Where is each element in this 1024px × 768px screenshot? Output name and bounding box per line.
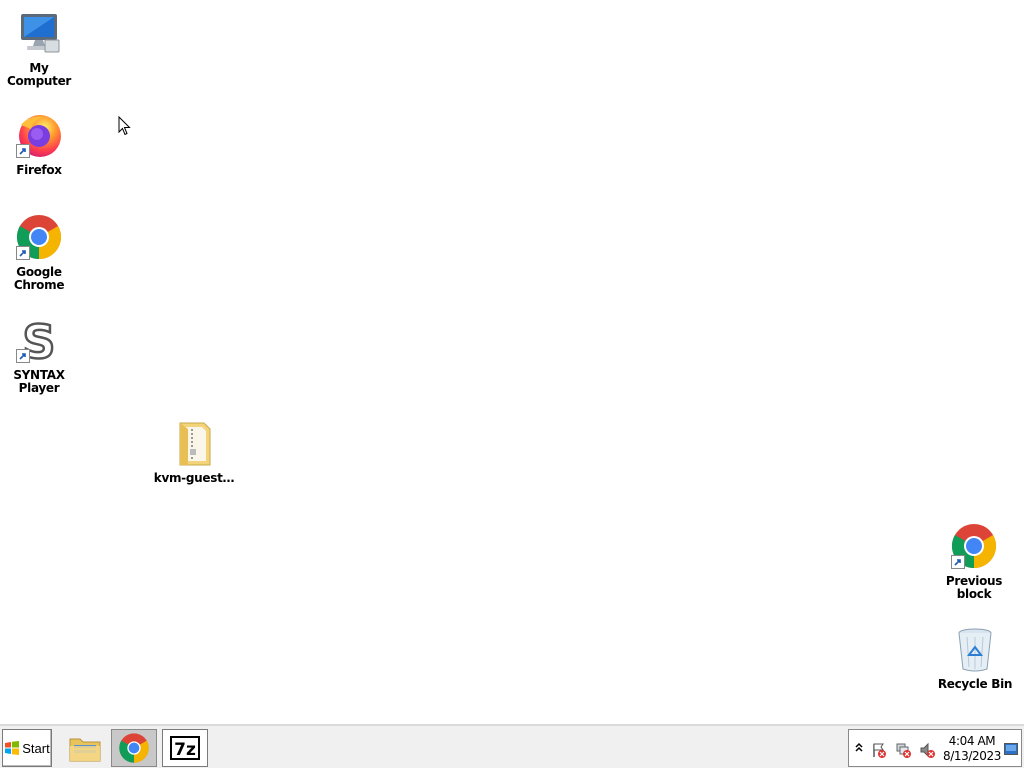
- desktop-icon-syntax-player[interactable]: S SYNTAX Player: [0, 315, 81, 395]
- desktop-icon-label: Recycle Bin: [937, 677, 1013, 691]
- chrome-icon: [119, 733, 149, 763]
- desktop-icon-previous-block[interactable]: Previous block: [932, 521, 1016, 601]
- recycle-bin-icon: [950, 624, 1000, 674]
- desktop-icon-label: kvm-guest…: [153, 471, 235, 485]
- desktop-icon-label: My Computer: [6, 61, 72, 88]
- shortcut-arrow-icon: [951, 555, 965, 569]
- clock-time: 4:04 AM: [948, 734, 996, 748]
- taskbar-file-explorer[interactable]: [62, 729, 108, 767]
- chrome-icon: [14, 212, 64, 262]
- taskbar: Start 7z 4:04 AM 8/13/2023: [0, 724, 1024, 768]
- shortcut-arrow-icon: [16, 144, 30, 158]
- desktop-icon-my-computer[interactable]: My Computer: [0, 8, 81, 88]
- action-center-flag-icon[interactable]: [871, 742, 887, 758]
- show-hidden-icons-button[interactable]: [855, 742, 863, 757]
- 7zip-icon: 7z: [170, 736, 200, 760]
- clock-date: 8/13/2023: [943, 749, 1001, 763]
- chrome-icon: [949, 521, 999, 571]
- show-desktop-icon[interactable]: [1004, 743, 1018, 755]
- start-label: Start: [22, 740, 50, 756]
- mouse-cursor-icon: [118, 116, 131, 136]
- desktop-icon-label: Previous block: [945, 574, 1003, 601]
- volume-muted-icon[interactable]: [919, 742, 935, 758]
- shortcut-arrow-icon: [16, 349, 30, 363]
- chevron-up-icon: [855, 742, 863, 752]
- folder-icon: [169, 418, 219, 468]
- desktop-icon-google-chrome[interactable]: Google Chrome: [0, 212, 81, 292]
- desktop-icon-label: Firefox: [16, 163, 62, 177]
- shortcut-arrow-icon: [16, 246, 30, 260]
- windows-logo-icon: [5, 741, 20, 755]
- syntax-icon: S: [14, 315, 64, 365]
- desktop: My Computer Firefox Google Chrome S SYNT…: [0, 0, 1024, 724]
- firefox-icon: [14, 110, 64, 160]
- folder-icon: [69, 738, 101, 762]
- start-button[interactable]: Start: [2, 729, 52, 767]
- taskbar-7zip[interactable]: 7z: [162, 729, 208, 767]
- network-error-icon[interactable]: [895, 742, 911, 758]
- taskbar-chrome[interactable]: [111, 729, 157, 767]
- computer-icon: [14, 8, 64, 58]
- desktop-icon-kvm-guest[interactable]: kvm-guest…: [152, 418, 236, 485]
- desktop-icon-label: Google Chrome: [13, 265, 65, 292]
- clock[interactable]: 4:04 AM 8/13/2023: [941, 734, 1003, 764]
- desktop-icon-recycle-bin[interactable]: Recycle Bin: [933, 624, 1017, 691]
- desktop-icon-firefox[interactable]: Firefox: [0, 110, 81, 177]
- desktop-icon-label: SYNTAX Player: [13, 368, 65, 395]
- system-tray: 4:04 AM 8/13/2023: [848, 729, 1022, 767]
- 7zip-label: 7z: [174, 740, 196, 760]
